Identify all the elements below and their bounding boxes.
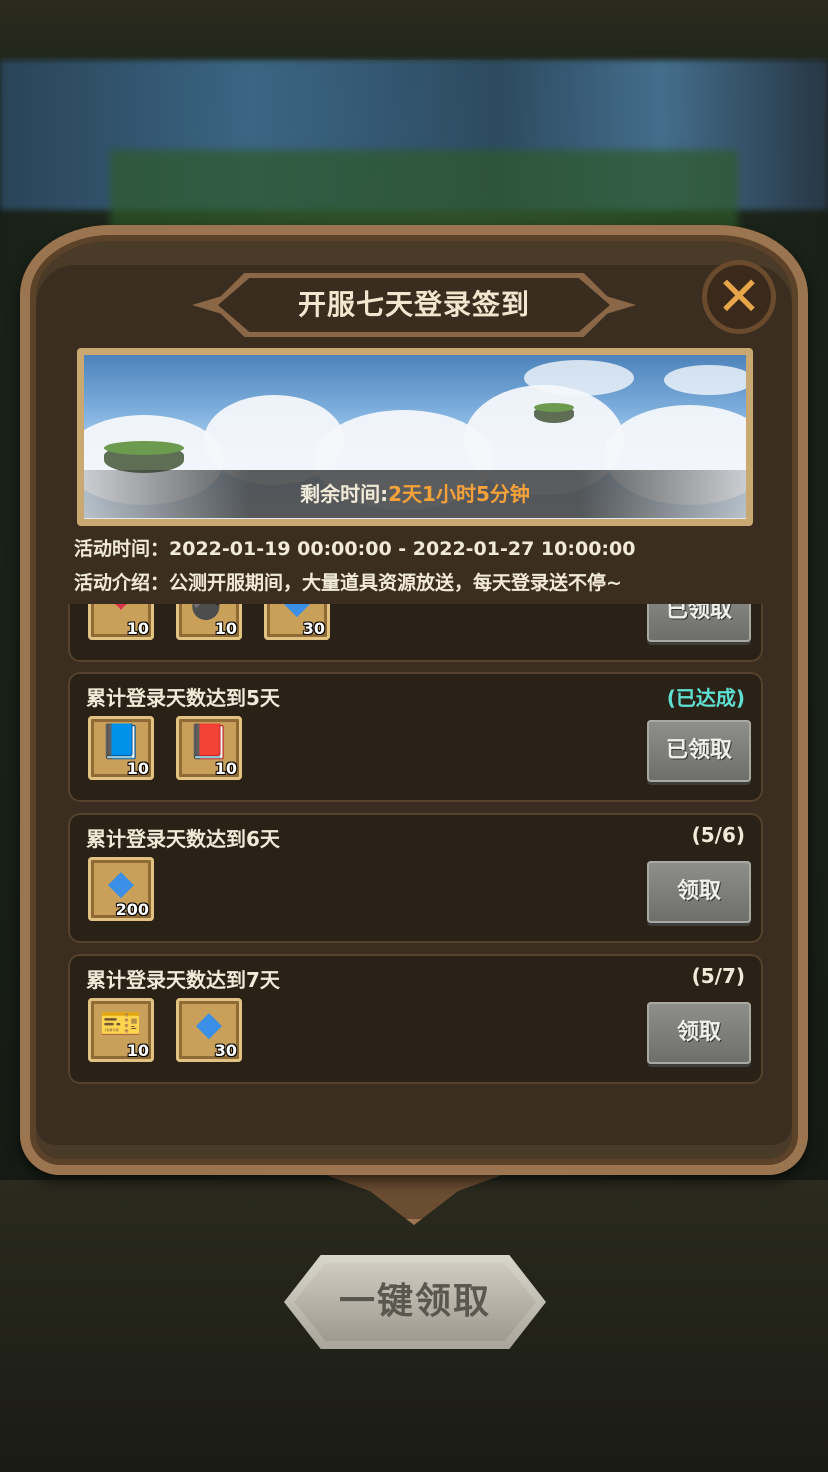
countdown-bar: 剩余时间:2天1小时5分钟 [84, 470, 746, 518]
task-card-day6: 累计登录天数达到6天 (5/6) ◆ 200 领取 [68, 813, 763, 943]
island-grass [534, 403, 574, 412]
task-card-day4: ❤ 10 💣 10 ◆ 30 已领取 [68, 604, 763, 662]
page-title: 开服七天登录签到 [297, 288, 530, 321]
task-progress: (5/7) [691, 964, 745, 988]
task-progress: (5/6) [691, 823, 745, 847]
task-card-day5: 累计登录天数达到5天 (已达成) 📘 10 📕 10 已领取 [68, 672, 763, 802]
reward-item[interactable]: 📘 10 [88, 716, 154, 780]
gold-ticket-icon: 🎫 [99, 1004, 143, 1044]
task-progress: (已达成) [666, 686, 745, 710]
cloud-shape [524, 360, 634, 396]
task-list[interactable]: ❤ 10 💣 10 ◆ 30 已领取 累计登录天数达到5天 (已达成) 📘 10… [68, 604, 763, 1090]
reward-item[interactable]: 🎫 10 [88, 998, 154, 1062]
task-title: 累计登录天数达到6天 [86, 827, 280, 851]
cloud-shape [664, 365, 746, 395]
claim-button[interactable]: 领取 [647, 1002, 751, 1064]
item-count: 10 [126, 759, 149, 778]
countdown-value: 2天1小时5分钟 [388, 482, 530, 506]
item-count: 10 [126, 1041, 149, 1060]
island-grass [104, 441, 184, 455]
task-card-day7: 累计登录天数达到7天 (5/7) 🎫 10 ◆ 30 领取 [68, 954, 763, 1084]
task-title: 累计登录天数达到7天 [86, 968, 280, 992]
item-count: 200 [115, 900, 149, 919]
claimed-button[interactable]: 已领取 [647, 604, 751, 642]
item-count: 30 [214, 1041, 237, 1060]
countdown-label: 剩余时间: [300, 482, 389, 506]
background-top [0, 0, 828, 60]
item-count: 10 [126, 619, 149, 638]
item-count: 30 [302, 619, 325, 638]
item-count: 10 [214, 759, 237, 778]
close-icon: ✕ [716, 265, 762, 328]
blue-book-icon: 📘 [99, 722, 143, 762]
reward-item[interactable]: ◆ 30 [264, 604, 330, 640]
item-count: 10 [214, 619, 237, 638]
reward-item[interactable]: ❤ 10 [88, 604, 154, 640]
reward-item[interactable]: 📕 10 [176, 716, 242, 780]
task-title: 累计登录天数达到5天 [86, 686, 280, 710]
event-intro: 活动介绍：公测开服期间，大量道具资源放送，每天登录送不停~ [74, 572, 622, 594]
claim-all-button[interactable]: 一键领取 [294, 1263, 536, 1341]
close-button[interactable]: ✕ [702, 260, 776, 334]
reward-item[interactable]: ◆ 30 [176, 998, 242, 1062]
reward-item[interactable]: 💣 10 [176, 604, 242, 640]
claim-button[interactable]: 领取 [647, 861, 751, 923]
event-time: 活动时间：2022-01-19 00:00:00 - 2022-01-27 10… [74, 538, 636, 560]
blue-gem-icon: ◆ [107, 863, 135, 903]
purple-book-icon: 📕 [187, 722, 231, 762]
reward-item[interactable]: ◆ 200 [88, 857, 154, 921]
claimed-button[interactable]: 已领取 [647, 720, 751, 782]
blue-gem-icon: ◆ [195, 1004, 223, 1044]
